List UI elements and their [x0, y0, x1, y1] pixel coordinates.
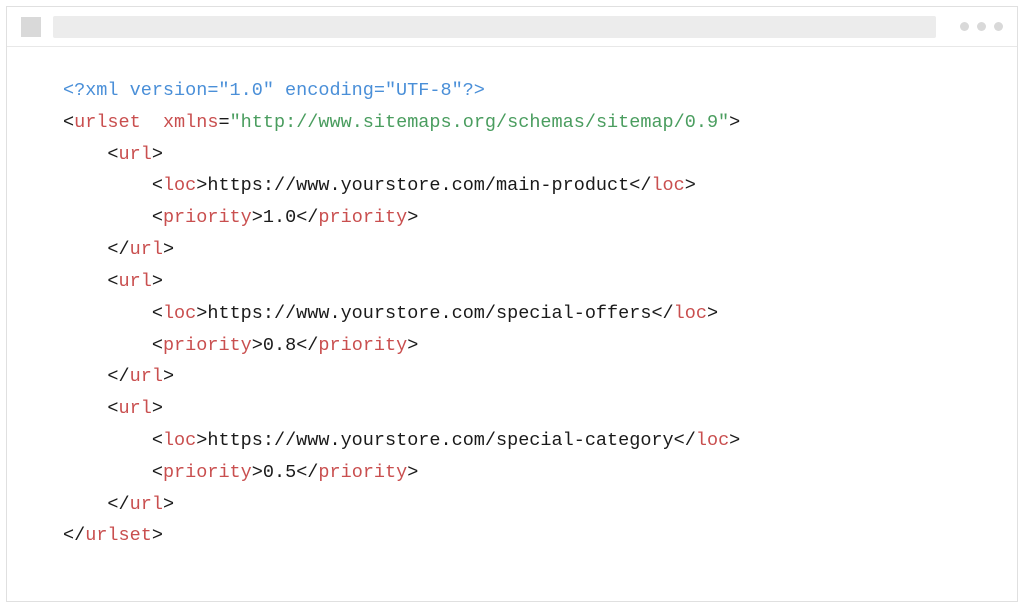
app-icon [21, 17, 41, 37]
window-dot-icon[interactable] [977, 22, 986, 31]
angle-close: > [163, 239, 174, 260]
priority-open-tag: priority [163, 207, 252, 228]
angle-close: > [407, 207, 418, 228]
loc-open-tag: loc [163, 175, 196, 196]
angle-open-slash: </ [651, 303, 673, 324]
window-controls [960, 22, 1003, 31]
angle-close: > [729, 430, 740, 451]
angle-open-slash: </ [107, 239, 129, 260]
angle-open: < [107, 398, 118, 419]
loc-open-tag: loc [163, 303, 196, 324]
angle-close: > [252, 335, 263, 356]
loc-close-tag: loc [674, 303, 707, 324]
angle-close: > [729, 112, 740, 133]
priority-close-tag: priority [318, 207, 407, 228]
angle-open-slash: </ [296, 335, 318, 356]
angle-open: < [152, 303, 163, 324]
titlebar [7, 7, 1017, 47]
url-close-tag: url [130, 239, 163, 260]
angle-open: < [107, 271, 118, 292]
angle-open: < [152, 175, 163, 196]
angle-close: > [252, 207, 263, 228]
urlset-close-tag: urlset [85, 525, 152, 546]
angle-open: < [107, 144, 118, 165]
url-close-tag: url [130, 494, 163, 515]
angle-open: < [152, 207, 163, 228]
loc-value: https://www.yourstore.com/special-catego… [207, 430, 673, 451]
url-close-tag: url [130, 366, 163, 387]
angle-open-slash: </ [296, 207, 318, 228]
priority-open-tag: priority [163, 335, 252, 356]
xml-code-block: <?xml version="1.0" encoding="UTF-8"?> <… [63, 75, 961, 552]
address-bar[interactable] [53, 16, 936, 38]
angle-close: > [196, 303, 207, 324]
angle-open-slash: </ [107, 366, 129, 387]
angle-close: > [407, 335, 418, 356]
angle-open: < [152, 335, 163, 356]
loc-close-tag: loc [696, 430, 729, 451]
priority-value: 0.8 [263, 335, 296, 356]
angle-open-slash: </ [629, 175, 651, 196]
code-viewport: <?xml version="1.0" encoding="UTF-8"?> <… [7, 47, 1017, 601]
loc-value: https://www.yourstore.com/special-offers [207, 303, 651, 324]
loc-close-tag: loc [651, 175, 684, 196]
url-open-tag: url [119, 144, 152, 165]
loc-open-tag: loc [163, 430, 196, 451]
angle-close: > [707, 303, 718, 324]
angle-open-slash: </ [63, 525, 85, 546]
browser-window: <?xml version="1.0" encoding="UTF-8"?> <… [6, 6, 1018, 602]
priority-close-tag: priority [318, 335, 407, 356]
angle-close: > [685, 175, 696, 196]
window-dot-icon[interactable] [994, 22, 1003, 31]
angle-close: > [252, 462, 263, 483]
angle-close: > [163, 366, 174, 387]
angle-close: > [152, 398, 163, 419]
angle-close: > [163, 494, 174, 515]
priority-open-tag: priority [163, 462, 252, 483]
angle-close: > [152, 271, 163, 292]
priority-value: 0.5 [263, 462, 296, 483]
angle-close: > [152, 144, 163, 165]
priority-close-tag: priority [318, 462, 407, 483]
window-dot-icon[interactable] [960, 22, 969, 31]
angle-close: > [407, 462, 418, 483]
url-open-tag: url [119, 398, 152, 419]
equals: = [218, 112, 229, 133]
angle-open: < [152, 462, 163, 483]
angle-open: < [152, 430, 163, 451]
xmlns-value: "http://www.sitemaps.org/schemas/sitemap… [230, 112, 730, 133]
urlset-open-tag: urlset [74, 112, 141, 133]
xml-declaration: <?xml version="1.0" encoding="UTF-8"?> [63, 80, 485, 101]
angle-open: < [63, 112, 74, 133]
angle-close: > [196, 175, 207, 196]
url-open-tag: url [119, 271, 152, 292]
angle-close: > [152, 525, 163, 546]
angle-open-slash: </ [674, 430, 696, 451]
loc-value: https://www.yourstore.com/main-product [207, 175, 629, 196]
xmlns-attr: xmlns [163, 112, 219, 133]
angle-close: > [196, 430, 207, 451]
angle-open-slash: </ [296, 462, 318, 483]
angle-open-slash: </ [107, 494, 129, 515]
priority-value: 1.0 [263, 207, 296, 228]
